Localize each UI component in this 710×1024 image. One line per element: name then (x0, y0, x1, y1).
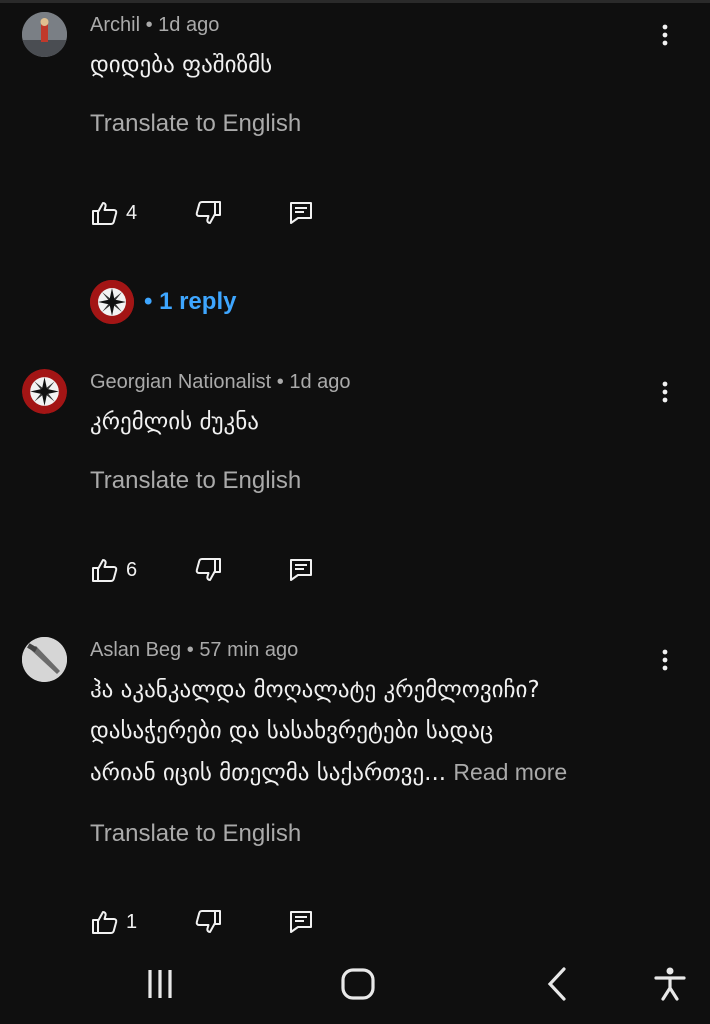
meta-separator: • (145, 14, 153, 36)
reply-button[interactable] (286, 555, 316, 585)
replies-count-label[interactable]: • 1 reply (144, 288, 236, 316)
more-options-button[interactable] (650, 20, 680, 50)
top-divider (0, 0, 710, 3)
back-icon (547, 967, 566, 1001)
comment-text: ჰა აკანკალდა მოღალატე კრემლოვიჩი? დასაჭე… (90, 670, 660, 794)
like-button[interactable]: 6 (90, 555, 137, 585)
thumb-down-icon (195, 201, 221, 224)
more-options-button[interactable] (650, 645, 680, 675)
meta-separator: • (186, 639, 194, 661)
system-nav-bar (0, 945, 710, 1024)
avatar[interactable] (22, 369, 67, 414)
more-vert-icon (662, 381, 668, 403)
comment-text-line: დასაჭერები და სასახვრეტები სადაც (90, 718, 494, 744)
comment-actions: 4 (90, 198, 330, 230)
comment-text-line: არიან იცის მთელმა საქართვე... Read more (90, 759, 568, 786)
comment-meta: Georgian Nationalist • 1d ago (90, 371, 351, 394)
avatar[interactable] (22, 637, 67, 682)
read-more-link[interactable]: Read more (453, 759, 567, 785)
thumb-down-icon (195, 558, 221, 581)
reply-button[interactable] (286, 198, 316, 228)
comment-text: კრემლის ძუკნა (90, 409, 259, 435)
reply-author-avatar (90, 280, 134, 324)
comment-actions: 6 (90, 555, 330, 587)
timestamp: 1d ago (158, 14, 220, 36)
translate-link[interactable]: Translate to English (90, 820, 301, 848)
dislike-button[interactable] (193, 555, 223, 585)
reply-icon (290, 559, 312, 581)
view-replies-button[interactable]: • 1 reply (90, 280, 236, 324)
home-icon (341, 968, 375, 1000)
timestamp: 1d ago (289, 371, 351, 393)
translate-link[interactable]: Translate to English (90, 467, 301, 495)
thumb-up-icon (92, 911, 118, 934)
back-button[interactable] (532, 959, 582, 1009)
accessibility-button[interactable] (645, 959, 695, 1009)
translate-link[interactable]: Translate to English (90, 110, 301, 138)
dislike-button[interactable] (193, 198, 223, 228)
author-name[interactable]: Aslan Beg (90, 639, 181, 661)
home-button[interactable] (333, 959, 383, 1009)
reply-icon (290, 202, 312, 224)
reply-icon (290, 911, 312, 933)
thumb-down-icon (195, 910, 221, 933)
reply-button[interactable] (286, 907, 316, 937)
comment-text-line: ჰა აკანკალდა მოღალატე კრემლოვიჩი? (90, 677, 540, 703)
comment-text: დიდება ფაშიზმს (90, 52, 273, 78)
accessibility-icon (654, 967, 686, 1001)
recents-icon (148, 970, 172, 998)
like-count: 6 (126, 558, 138, 581)
author-name[interactable]: Archil (90, 14, 140, 36)
thumb-up-icon (92, 202, 118, 225)
recents-button[interactable] (135, 959, 185, 1009)
more-vert-icon (662, 24, 668, 46)
like-button[interactable]: 4 (90, 198, 137, 228)
comment-actions: 1 (90, 907, 330, 939)
more-vert-icon (662, 649, 668, 671)
comment-meta: Aslan Beg • 57 min ago (90, 639, 298, 662)
meta-separator: • (276, 371, 284, 393)
thumb-up-icon (92, 559, 118, 582)
avatar[interactable] (22, 12, 67, 57)
dislike-button[interactable] (193, 907, 223, 937)
like-count: 1 (126, 910, 138, 933)
timestamp: 57 min ago (199, 639, 299, 661)
comment-meta: Archil • 1d ago (90, 14, 219, 37)
author-name[interactable]: Georgian Nationalist (90, 371, 271, 393)
like-button[interactable]: 1 (90, 907, 137, 937)
more-options-button[interactable] (650, 377, 680, 407)
like-count: 4 (126, 201, 138, 224)
